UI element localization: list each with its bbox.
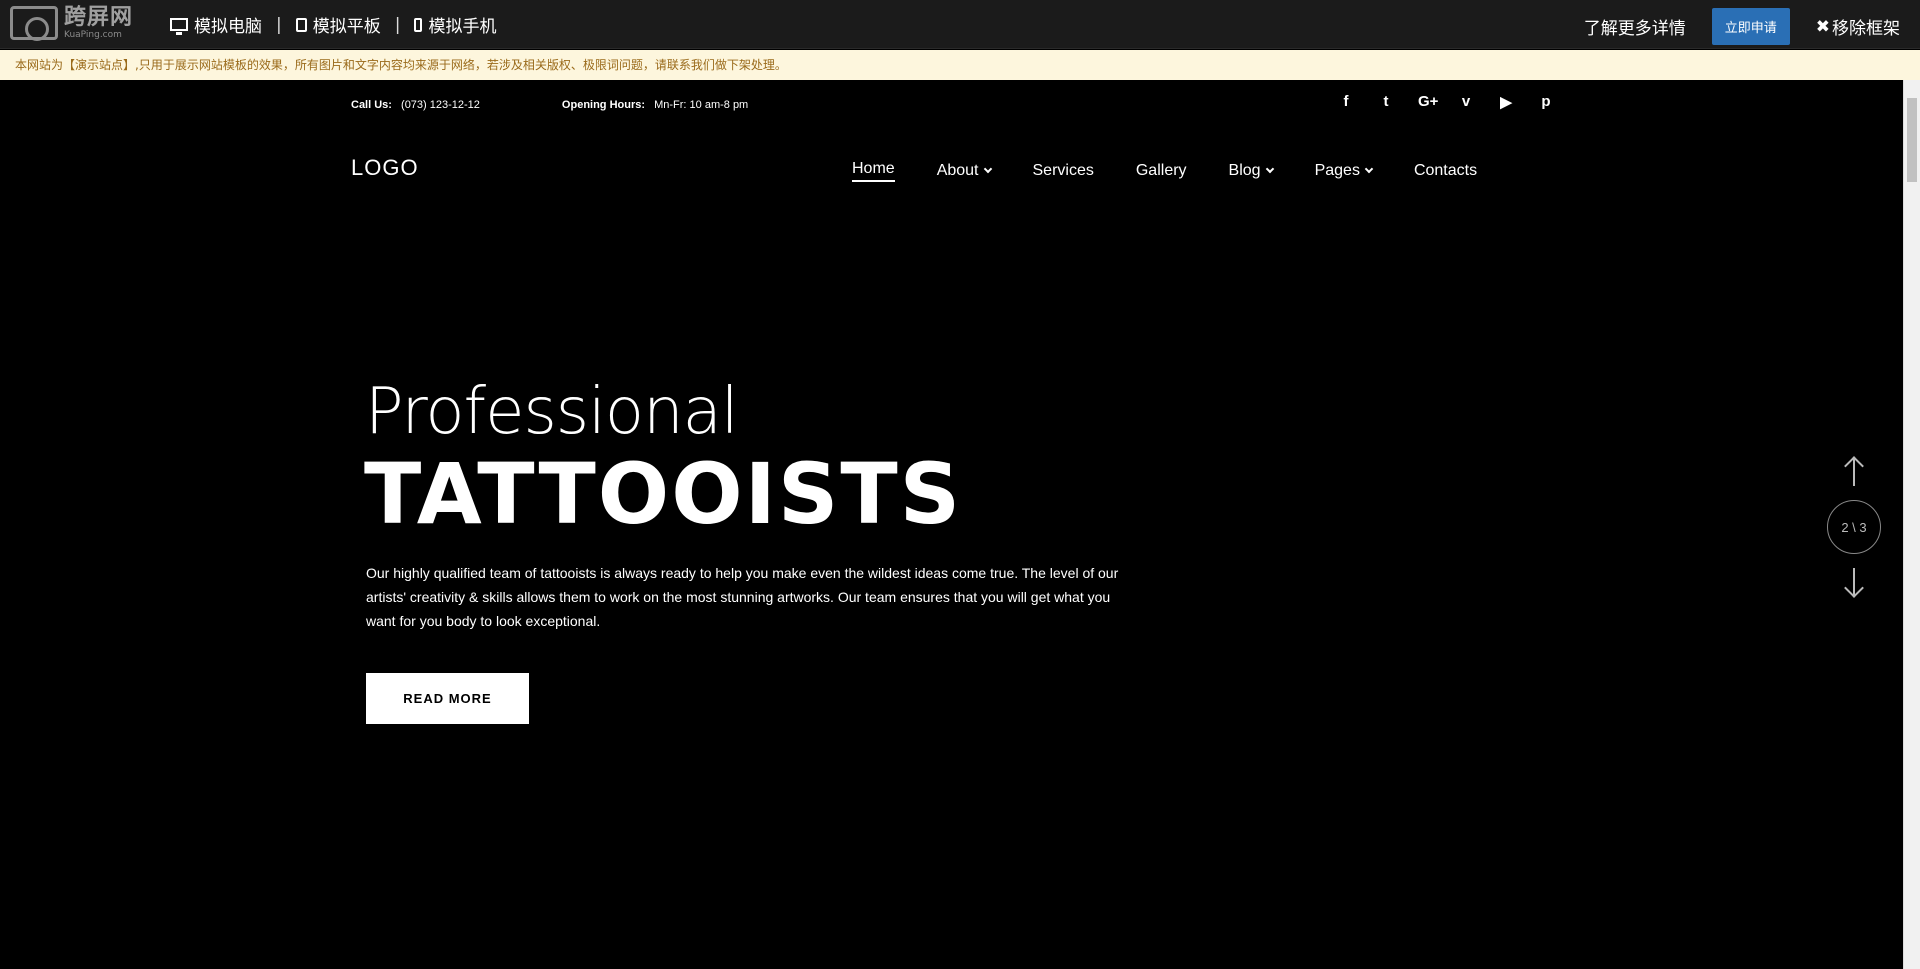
twitter-icon[interactable]: t — [1378, 93, 1394, 111]
separator: | — [394, 14, 401, 35]
simulate-tablet-button[interactable]: 模拟平板 — [295, 12, 381, 37]
close-icon: ✖ — [1815, 16, 1830, 37]
logo-en-text: KuaPing.com — [64, 29, 122, 40]
demo-actions: 了解更多详情 立即申请 ✖ 移除框架 — [1584, 8, 1900, 45]
nav-services[interactable]: Services — [1033, 160, 1094, 182]
phone-icon — [414, 17, 423, 32]
simulate-phone-label: 模拟手机 — [428, 17, 497, 37]
youtube-icon[interactable]: ▶ — [1498, 93, 1514, 111]
nav-label: Gallery — [1135, 162, 1187, 179]
nav-label: Services — [1032, 162, 1094, 179]
read-more-button[interactable]: READ MORE — [366, 673, 529, 724]
demo-toolbar: 跨屏网 KuaPing.com 模拟电脑 | 模拟平板 | 模拟手机 了解更多详… — [0, 0, 1920, 49]
remove-frame-button[interactable]: ✖ 移除框架 — [1815, 14, 1900, 40]
page-scrollbar[interactable] — [1903, 80, 1920, 969]
nav-label: Home — [852, 160, 895, 177]
arrow-down-icon[interactable] — [1844, 566, 1864, 598]
nav-about[interactable]: About — [936, 160, 992, 182]
arrow-up-icon[interactable] — [1844, 456, 1864, 488]
call-label: Call Us: — [351, 99, 392, 111]
apply-button[interactable]: 立即申请 — [1711, 8, 1790, 45]
nav-contacts[interactable]: Contacts — [1414, 160, 1477, 182]
hours-label: Opening Hours: — [561, 99, 646, 111]
nav-pages[interactable]: Pages — [1314, 160, 1374, 182]
nav-home[interactable]: Home — [852, 160, 895, 182]
simulate-tablet-label: 模拟平板 — [312, 17, 381, 37]
simulate-desktop-button[interactable]: 模拟电脑 — [170, 12, 262, 37]
scrollbar-thumb[interactable] — [1907, 98, 1917, 182]
kuaping-logo[interactable]: 跨屏网 KuaPing.com — [10, 4, 134, 41]
slide-pager: 2 \ 3 — [1827, 456, 1881, 598]
simulate-desktop-label: 模拟电脑 — [194, 17, 262, 37]
main-nav: Home About Services Gallery Blog Pages C… — [852, 160, 1477, 182]
chevron-down-icon — [1364, 164, 1374, 174]
site-logo[interactable]: LOGO — [351, 155, 419, 181]
simulate-phone-button[interactable]: 模拟手机 — [414, 12, 496, 37]
google-plus-icon[interactable]: G+ — [1418, 93, 1438, 111]
more-info-link[interactable]: 了解更多详情 — [1584, 14, 1686, 39]
call-value[interactable]: (073) 123-12-12 — [401, 99, 480, 111]
hours-value: Mn-Fr: 10 am-8 pm — [654, 99, 749, 111]
nav-label: Pages — [1314, 162, 1360, 179]
contact-bar: Call Us: (073) 123-12-12 Opening Hours: … — [351, 99, 748, 111]
hero-title: TATTOOISTS — [364, 445, 963, 543]
facebook-icon[interactable]: f — [1338, 93, 1354, 111]
demo-notice: 本网站为【演示站点】,只用于展示网站模板的效果，所有图片和文字内容均来源于网络，… — [0, 50, 1920, 80]
nav-blog[interactable]: Blog — [1228, 160, 1274, 182]
tablet-icon — [295, 17, 307, 32]
nav-label: Contacts — [1413, 162, 1478, 179]
nav-label: About — [936, 162, 979, 179]
nav-label: Blog — [1228, 162, 1261, 179]
device-switcher: 模拟电脑 | 模拟平板 | 模拟手机 — [170, 12, 496, 37]
pinterest-icon[interactable]: p — [1538, 93, 1554, 111]
chevron-down-icon — [1265, 164, 1274, 174]
desktop-icon — [170, 18, 188, 35]
hours-info: Opening Hours: Mn-Fr: 10 am-8 pm — [562, 99, 748, 111]
hero-pre-title: Professional — [365, 375, 739, 449]
separator: | — [276, 14, 282, 35]
logo-cn-text: 跨屏网 — [64, 4, 134, 30]
hero-description: Our highly qualified team of tattooists … — [366, 565, 1119, 629]
vimeo-icon[interactable]: v — [1458, 93, 1474, 111]
call-info: Call Us: (073) 123-12-12 — [351, 99, 480, 111]
social-links: f t G+ v ▶ p — [1338, 93, 1554, 111]
chevron-down-icon — [983, 164, 992, 174]
remove-frame-label: 移除框架 — [1832, 19, 1900, 39]
website-viewport: Call Us: (073) 123-12-12 Opening Hours: … — [0, 80, 1903, 969]
nav-gallery[interactable]: Gallery — [1136, 160, 1187, 182]
kuaping-logo-icon — [10, 6, 58, 41]
slide-counter: 2 \ 3 — [1827, 500, 1881, 554]
